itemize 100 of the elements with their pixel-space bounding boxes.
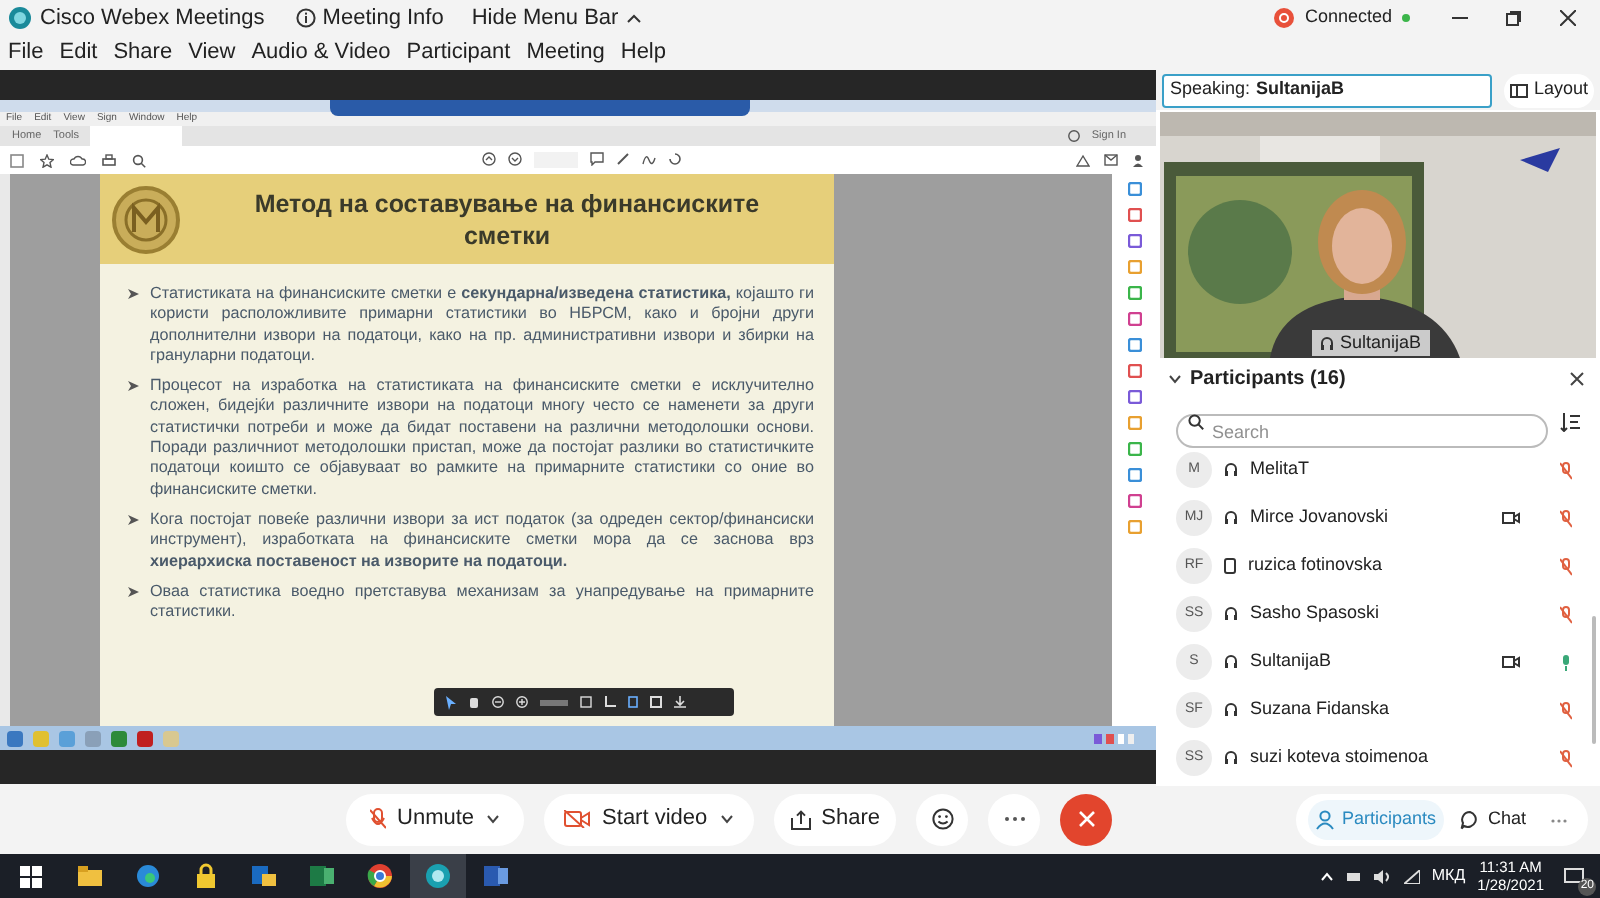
mic-icon (1560, 653, 1572, 671)
menu-item[interactable]: Participant (406, 36, 511, 70)
slide-title: Метод на составување на финансиските сметки (252, 187, 762, 251)
arrow-bullet-icon (128, 380, 140, 393)
close-button[interactable] (1570, 371, 1584, 385)
menu-item[interactable]: Help (620, 36, 666, 70)
taskbar-app[interactable] (410, 854, 466, 898)
comment-icon (590, 152, 604, 166)
zoom-in-icon (516, 696, 528, 708)
close-icon (1560, 10, 1576, 26)
chevron-down-icon (486, 814, 501, 824)
chat-bubble-icon (1459, 810, 1480, 830)
status-dot-icon (1402, 14, 1410, 22)
participant-name: SultanijaB (1250, 648, 1334, 675)
phone-icon (1224, 558, 1236, 574)
end-meeting-button[interactable] (1060, 793, 1112, 845)
app-title: Cisco Webex Meetings (40, 3, 265, 34)
crop-icon (604, 696, 616, 708)
unmute-button[interactable]: Unmute (345, 793, 525, 845)
slide-bullet: Статистиката на финансиските сметки е секундарна/изведена статистика, којашто ги користи расположливите примарни статистики во НБРСМ, како и бројни други дополнителни извори на податоци, како на пр. административни извори и збирки на грануларни податоци. (150, 284, 814, 367)
windows-icon (19, 865, 41, 887)
headset-icon (1224, 462, 1238, 478)
close-button[interactable] (1560, 8, 1580, 28)
restore-button[interactable] (1506, 8, 1526, 28)
panel-tab[interactable]: Chat (1451, 800, 1534, 840)
pen-icon (616, 152, 630, 166)
reactions-button[interactable] (916, 793, 968, 845)
participant-name: ruzica fotinovska (1248, 552, 1385, 579)
zoom-out-icon (492, 696, 504, 708)
share-icon (789, 809, 812, 829)
save-icon (10, 153, 24, 167)
page-up-icon (482, 152, 496, 166)
rotate-icon (668, 152, 682, 166)
share-doc-icon (1076, 153, 1090, 167)
menu-item[interactable]: Meeting (526, 36, 605, 70)
hide-menu-bar-button[interactable]: Hide Menu Bar (471, 1, 643, 35)
search-field[interactable]: Search (1176, 414, 1548, 448)
fullscreen-icon (650, 696, 662, 708)
muted-mic-icon (369, 808, 386, 830)
menu-item[interactable]: Share (113, 36, 173, 70)
chevron-up-icon (1319, 871, 1334, 881)
muted-mic-icon (1560, 605, 1572, 623)
headset-icon (1224, 510, 1238, 526)
arrow-bullet-icon (128, 513, 140, 526)
speaker-name: SultanijaB (1256, 76, 1345, 103)
video-participant-name: SultanijaB (1340, 329, 1422, 356)
coin-logo-icon (112, 185, 180, 253)
scrollbar[interactable] (1592, 616, 1596, 744)
layout-button[interactable]: Layout (1503, 73, 1594, 107)
slide-bullet: Кога постојат повеќе различни извори за ист податок (за одреден сектор/финансиски инструмент), изработката на финансиските сметки мора да се заснова врз хиерархиска поставеност на изворите на податоци. (150, 509, 814, 572)
connection-status: Connected (1304, 4, 1392, 31)
muted-mic-icon (1560, 701, 1572, 719)
more-icon (1550, 817, 1568, 823)
download-icon (674, 696, 686, 708)
menu-item[interactable]: Edit (59, 36, 98, 70)
search-icon (132, 153, 146, 167)
pdf-floating-toolbar[interactable] (434, 688, 734, 716)
person-icon (1315, 810, 1334, 830)
speaking-label: Speaking: (1170, 76, 1251, 103)
start-video-button[interactable]: Start video (544, 793, 754, 845)
menu-item[interactable]: View (188, 36, 236, 70)
cloud-icon (70, 154, 86, 166)
mail-app-icon (250, 862, 278, 890)
user-add-icon (1132, 153, 1146, 167)
chrome-icon (366, 862, 394, 890)
more-icon (1003, 816, 1025, 822)
info-icon (296, 8, 317, 28)
chevron-up-icon (626, 12, 643, 24)
slide-bullet: Процесот на изработка на статистиката на финансиските сметки е исклучително сложен, бидејќи различните извори на податоци многу често се наменети за други статистички потреби и може да бидат поставени на различни методолошки основи. Поради различниот методолошки пристап, може да постојат разлики во статистичките податоци коишто се објавуваат во рамките на примарните статистики со оние во финансиските сметки. (150, 376, 814, 500)
layout-icon (1509, 83, 1528, 97)
arrow-bullet-icon (128, 585, 140, 598)
battery-icon (1345, 871, 1362, 881)
muted-mic-icon (1560, 461, 1572, 479)
sign-icon (642, 152, 656, 166)
smiley-icon (931, 808, 953, 830)
restore-icon (1506, 10, 1522, 26)
menu-item[interactable]: File (8, 36, 44, 70)
panel-tab[interactable]: Participants (1307, 800, 1444, 840)
cursor-icon (446, 695, 456, 709)
language-indicator[interactable]: МКД (1431, 864, 1466, 888)
close-icon (1570, 371, 1584, 385)
page-down-icon (508, 152, 522, 166)
tray-icon (1094, 733, 1134, 743)
speaker-icon (1373, 869, 1392, 883)
recording-icon (1274, 8, 1295, 28)
document-app-icon (482, 862, 510, 890)
participant-name: Suzana Fidanska (1250, 696, 1392, 723)
share-button[interactable]: Share (773, 793, 896, 845)
menu-item[interactable]: Audio & Video (251, 36, 391, 70)
headset-icon (1320, 335, 1334, 351)
close-icon (1077, 810, 1095, 828)
participants-header: Participants (16) (1190, 365, 1346, 393)
print-icon (102, 153, 116, 167)
lock-icon (192, 862, 220, 890)
participant-name: suzi kotevа stoimenoa (1250, 744, 1431, 771)
participant-name: MelitaT (1250, 456, 1312, 483)
meeting-info-button[interactable]: Meeting Info (296, 1, 444, 35)
video-off-icon (564, 810, 591, 828)
spreadsheet-app-icon (308, 862, 336, 890)
headset-icon (1224, 750, 1238, 766)
